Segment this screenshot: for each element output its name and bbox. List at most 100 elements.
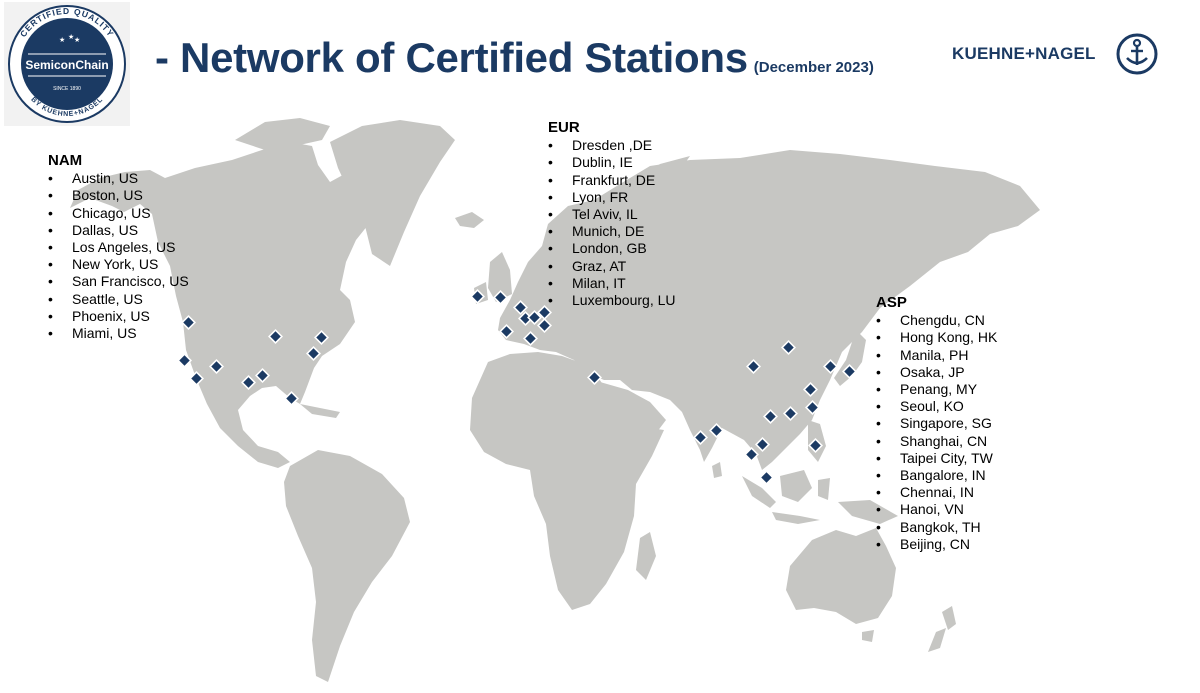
bullet-icon: • — [876, 415, 881, 432]
station-name: Bangkok, TH — [900, 518, 981, 535]
station-name: Penang, MY — [900, 381, 978, 398]
station-name: Phoenix, US — [72, 307, 150, 324]
station-item: • New York, US — [48, 256, 189, 273]
madagascar-landmass — [636, 532, 656, 580]
station-name: Boston, US — [72, 187, 143, 204]
station-name: Dublin, IE — [572, 154, 633, 171]
station-list: • Austin, US • Boston, US • Chicago, US • Dalla… — [48, 170, 189, 342]
station-list: • Chengdu, CN • Hong Kong, HK • Manila, PH • Os… — [876, 312, 997, 553]
region-title: NAM — [48, 152, 83, 169]
station-item: • Munich, DE — [548, 223, 676, 240]
station-name: Shanghai, CN — [900, 432, 988, 449]
station-name: Chengdu, CN — [900, 312, 985, 329]
station-item: • San Francisco, US — [48, 273, 189, 290]
bullet-icon: • — [876, 312, 881, 329]
bullet-icon: • — [876, 484, 881, 501]
station-item: • Frankfurt, DE — [548, 172, 676, 189]
station-item: • Shanghai, CN — [876, 433, 997, 450]
station-name: Austin, US — [72, 170, 139, 187]
station-name: Beijing, CN — [900, 535, 971, 552]
bullet-icon: • — [876, 329, 881, 346]
station-name: Munich, DE — [572, 223, 645, 240]
station-item: • Dresden ,DE — [548, 137, 676, 154]
station-item: • Austin, US — [48, 170, 189, 187]
bullet-icon: • — [548, 137, 553, 154]
station-name: Dallas, US — [72, 221, 139, 238]
new-zealand-landmass — [928, 628, 946, 652]
station-name: Chicago, US — [72, 204, 151, 221]
station-item: • Chengdu, CN — [876, 312, 997, 329]
bullet-icon: • — [876, 432, 881, 449]
bullet-icon: • — [548, 240, 553, 257]
station-name: Lyon, FR — [572, 188, 629, 205]
station-item: • Penang, MY — [876, 381, 997, 398]
station-name: Seoul, KO — [900, 398, 964, 415]
bullet-icon: • — [876, 346, 881, 363]
station-name: Hong Kong, HK — [900, 329, 998, 346]
station-item: • Hong Kong, HK — [876, 329, 997, 346]
bullet-icon: • — [48, 290, 53, 307]
station-item: • Bangalore, IN — [876, 467, 997, 484]
bullet-icon: • — [548, 171, 553, 188]
bullet-icon: • — [48, 187, 53, 204]
station-item: • Luxembourg, LU — [548, 292, 676, 309]
station-item: • Miami, US — [48, 325, 189, 342]
station-item: • Singapore, SG — [876, 415, 997, 432]
station-item: • Beijing, CN — [876, 536, 997, 553]
station-name: Dresden ,DE — [572, 137, 653, 154]
station-name: Hanoi, VN — [900, 501, 964, 518]
bullet-icon: • — [48, 170, 53, 187]
bullet-icon: • — [48, 204, 53, 221]
bullet-icon: • — [548, 206, 553, 223]
station-name: Osaka, JP — [900, 363, 965, 380]
station-name: Luxembourg, LU — [572, 292, 676, 309]
bullet-icon: • — [548, 223, 553, 240]
station-item: • Hanoi, VN — [876, 501, 997, 518]
region-asp: ASP • Chengdu, CN • Hong Kong, HK • Manila, P… — [876, 294, 997, 553]
borneo-landmass — [780, 470, 812, 502]
station-item: • Los Angeles, US — [48, 239, 189, 256]
arctic-islands-landmass — [235, 118, 330, 150]
bullet-icon: • — [876, 518, 881, 535]
bullet-icon: • — [548, 257, 553, 274]
station-item: • Chicago, US — [48, 205, 189, 222]
region-eur: EUR • Dresden ,DE • Dublin, IE • Frankfurt, D… — [548, 119, 676, 309]
station-name: Tel Aviv, IL — [572, 206, 638, 223]
africa-landmass — [470, 352, 664, 610]
station-list: • Dresden ,DE • Dublin, IE • Frankfurt, DE • Ly… — [548, 137, 676, 309]
station-item: • Bangkok, TH — [876, 519, 997, 536]
bullet-icon: • — [876, 381, 881, 398]
station-item: • Lyon, FR — [548, 189, 676, 206]
station-name: London, GB — [572, 240, 647, 257]
station-marker[interactable] — [759, 470, 774, 485]
sumatra-landmass — [742, 476, 776, 508]
region-nam: NAM • Austin, US • Boston, US • Chicago, US • D… — [48, 152, 189, 342]
tasmania-landmass — [862, 630, 874, 642]
java-landmass — [772, 512, 820, 524]
bullet-icon: • — [876, 467, 881, 484]
bullet-icon: • — [548, 154, 553, 171]
station-item: • Milan, IT — [548, 275, 676, 292]
station-item: • Manila, PH — [876, 347, 997, 364]
bullet-icon: • — [876, 398, 881, 415]
station-name: Chennai, IN — [900, 484, 974, 501]
station-name: Milan, IT — [572, 274, 626, 291]
station-item: • London, GB — [548, 240, 676, 257]
bullet-icon: • — [48, 307, 53, 324]
station-item: • Osaka, JP — [876, 364, 997, 381]
station-name: Manila, PH — [900, 346, 969, 363]
sulawesi-landmass — [818, 478, 830, 500]
station-item: • Phoenix, US — [48, 308, 189, 325]
bullet-icon: • — [548, 292, 553, 309]
world-map — [70, 118, 1040, 682]
new-zealand-landmass — [942, 606, 956, 630]
station-name: New York, US — [72, 256, 159, 273]
region-title: EUR — [548, 119, 580, 136]
station-name: Miami, US — [72, 325, 137, 342]
bullet-icon: • — [876, 501, 881, 518]
south-america-landmass — [284, 450, 410, 682]
station-item: • Dublin, IE — [548, 154, 676, 171]
station-item: • Seattle, US — [48, 291, 189, 308]
station-name: Bangalore, IN — [900, 467, 986, 484]
station-item: • Boston, US — [48, 187, 189, 204]
